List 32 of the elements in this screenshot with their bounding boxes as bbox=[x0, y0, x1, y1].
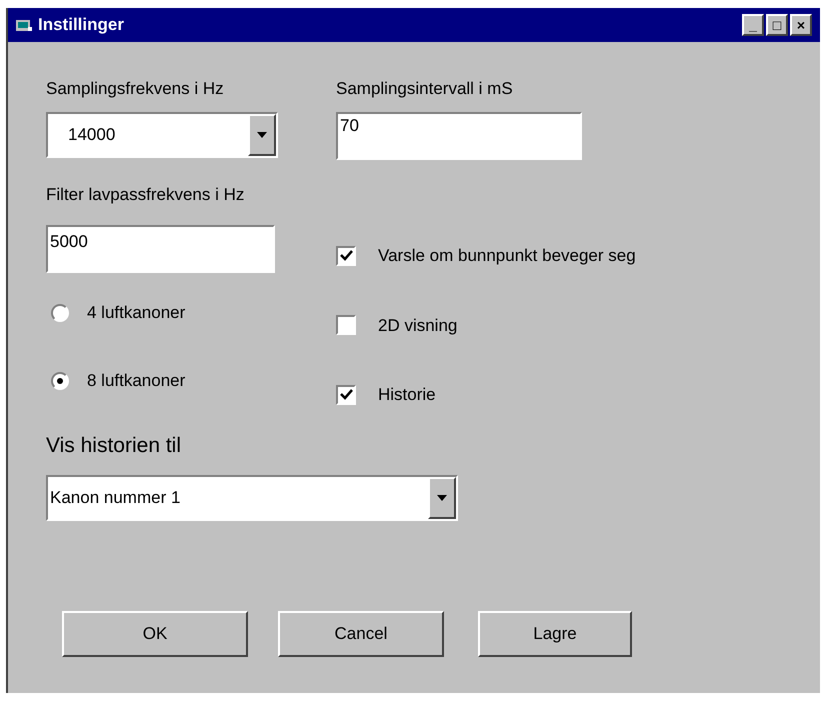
window-control-button[interactable]: □ bbox=[766, 14, 788, 36]
caret-icon bbox=[257, 132, 267, 138]
input-field[interactable]: 70 bbox=[336, 112, 582, 160]
checkmark-icon bbox=[340, 250, 352, 262]
checkbox-label: Historie bbox=[378, 384, 436, 406]
window-title: Instillinger bbox=[38, 14, 125, 36]
checkbox[interactable] bbox=[336, 315, 356, 336]
field-label: Samplingsfrekvens i Hz bbox=[46, 78, 225, 100]
caret-icon bbox=[437, 495, 447, 501]
dropdown[interactable]: Kanon nummer 1 bbox=[46, 475, 458, 521]
radio-label: 4 luftkanoner bbox=[87, 302, 186, 324]
input-field[interactable]: 5000 bbox=[46, 225, 275, 273]
checkbox[interactable] bbox=[336, 246, 356, 266]
app-icon bbox=[16, 18, 32, 32]
field-label: Samplingsintervall i mS bbox=[336, 78, 514, 100]
radio-label: 8 luftkanoner bbox=[87, 370, 186, 392]
dropdown-arrow-button[interactable] bbox=[248, 114, 276, 156]
dropdown-arrow-button[interactable] bbox=[428, 477, 456, 519]
window-control-button[interactable]: × bbox=[790, 14, 812, 36]
checkbox-label: 2D visning bbox=[378, 314, 458, 336]
radio-button[interactable] bbox=[51, 372, 69, 390]
dialog-button[interactable]: Lagre bbox=[478, 611, 632, 657]
checkbox-label: Varsle om bunnpunkt beveger seg bbox=[378, 245, 636, 267]
field-label: Vis historien til bbox=[46, 432, 182, 458]
dialog-button[interactable]: OK bbox=[62, 611, 248, 657]
dropdown[interactable]: 14000 bbox=[46, 112, 278, 158]
dialog-button[interactable]: Cancel bbox=[278, 611, 444, 657]
radio-button[interactable] bbox=[51, 304, 69, 322]
checkbox[interactable] bbox=[336, 384, 356, 405]
field-label: Filter lavpassfrekvens i Hz bbox=[46, 184, 246, 206]
window-control-button[interactable]: _ bbox=[742, 14, 764, 36]
checkmark-icon bbox=[340, 389, 352, 400]
